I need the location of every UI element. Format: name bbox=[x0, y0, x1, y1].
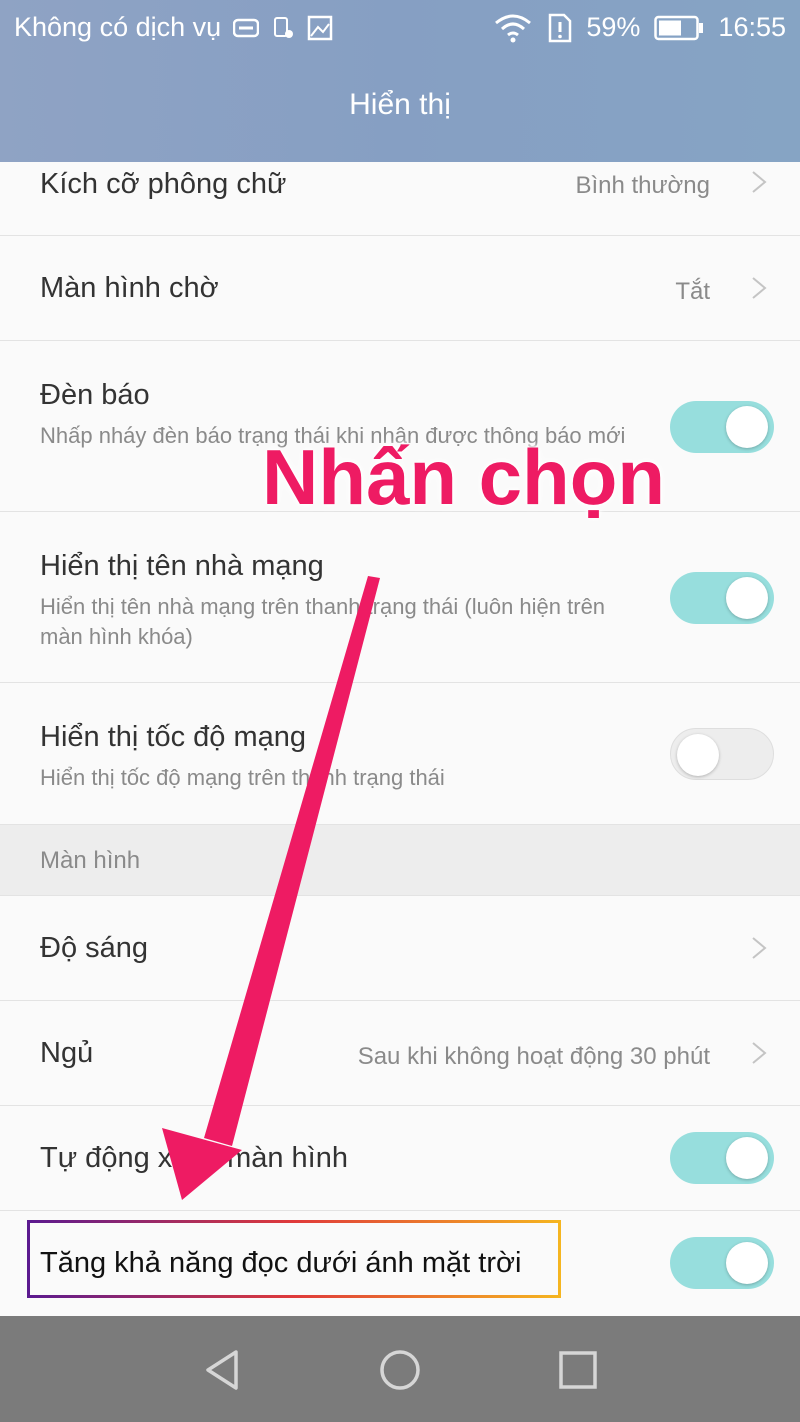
row-network-speed[interactable]: Hiển thị tốc độ mạng Hiển thị tốc độ mạn… bbox=[0, 683, 800, 825]
network-speed-toggle[interactable] bbox=[670, 728, 774, 780]
app-header: Không có dịch vụ 59% 16:55 Hiển thị bbox=[0, 0, 800, 162]
toggle-knob bbox=[677, 734, 719, 776]
settings-list: Kích cỡ phông chữ Bình thường Màn hình c… bbox=[0, 162, 800, 1317]
notification-light-toggle[interactable] bbox=[670, 401, 774, 453]
sim-alert-icon bbox=[549, 13, 572, 42]
row-label: Tự động xoay màn hình bbox=[40, 1142, 348, 1174]
highlight-box bbox=[27, 1220, 561, 1298]
toggle-knob bbox=[726, 1137, 768, 1179]
section-header-screen: Màn hình bbox=[0, 825, 800, 896]
row-value: Sau khi không hoạt động 30 phút bbox=[357, 1043, 710, 1070]
toggle-knob bbox=[726, 406, 768, 448]
carrier-name-toggle[interactable] bbox=[670, 572, 774, 624]
toggle-knob bbox=[726, 577, 768, 619]
chevron-right-icon bbox=[752, 937, 767, 959]
status-bar: Không có dịch vụ 59% 16:55 bbox=[0, 0, 800, 60]
message-icon bbox=[233, 18, 260, 37]
row-label: Màn hình chờ bbox=[40, 272, 219, 304]
row-value: Bình thường bbox=[575, 172, 710, 199]
notification-icon bbox=[274, 16, 294, 38]
image-icon bbox=[307, 15, 333, 40]
row-carrier-name[interactable]: Hiển thị tên nhà mạng Hiển thị tên nhà m… bbox=[0, 512, 800, 683]
row-label: Độ sáng bbox=[40, 932, 149, 964]
sunlight-readability-toggle[interactable] bbox=[670, 1237, 774, 1289]
home-icon[interactable] bbox=[376, 1346, 424, 1394]
battery-icon bbox=[654, 15, 704, 40]
status-left: Không có dịch vụ bbox=[14, 12, 333, 43]
section-label: Màn hình bbox=[40, 847, 141, 874]
annotation-label: Nhấn chọn bbox=[262, 433, 665, 521]
auto-rotate-toggle[interactable] bbox=[670, 1132, 774, 1184]
row-label: Ngủ bbox=[40, 1037, 94, 1069]
page-title: Hiển thị bbox=[349, 88, 451, 121]
row-label: Hiển thị tên nhà mạng bbox=[40, 550, 324, 582]
carrier-text: Không có dịch vụ bbox=[14, 12, 222, 42]
chevron-right-icon bbox=[752, 277, 767, 299]
row-value: Tắt bbox=[675, 278, 710, 305]
row-screensaver[interactable]: Màn hình chờ Tắt bbox=[0, 236, 800, 341]
wifi-icon bbox=[495, 14, 532, 42]
chevron-right-icon bbox=[752, 1042, 767, 1064]
back-icon[interactable] bbox=[198, 1346, 246, 1394]
chevron-right-icon bbox=[752, 171, 767, 193]
row-description: Hiển thị tốc độ mạng trên thanh trạng th… bbox=[40, 765, 445, 790]
row-label: Kích cỡ phông chữ bbox=[40, 168, 287, 200]
navigation-bar bbox=[0, 1316, 800, 1422]
row-font-size[interactable]: Kích cỡ phông chữ Bình thường bbox=[0, 162, 800, 236]
row-brightness[interactable]: Độ sáng bbox=[0, 896, 800, 1001]
row-auto-rotate[interactable]: Tự động xoay màn hình bbox=[0, 1106, 800, 1211]
battery-percent: 59% bbox=[586, 12, 641, 42]
row-label: Đèn báo bbox=[40, 379, 150, 411]
row-description: Hiển thị tên nhà mạng trên thanh trạng t… bbox=[40, 594, 606, 649]
status-right: 59% 16:55 bbox=[494, 12, 786, 43]
row-sleep[interactable]: Ngủ Sau khi không hoạt động 30 phút bbox=[0, 1001, 800, 1106]
recents-icon[interactable] bbox=[554, 1346, 602, 1394]
clock-time: 16:55 bbox=[718, 12, 786, 42]
row-label: Hiển thị tốc độ mạng bbox=[40, 721, 306, 753]
toggle-knob bbox=[726, 1242, 768, 1284]
